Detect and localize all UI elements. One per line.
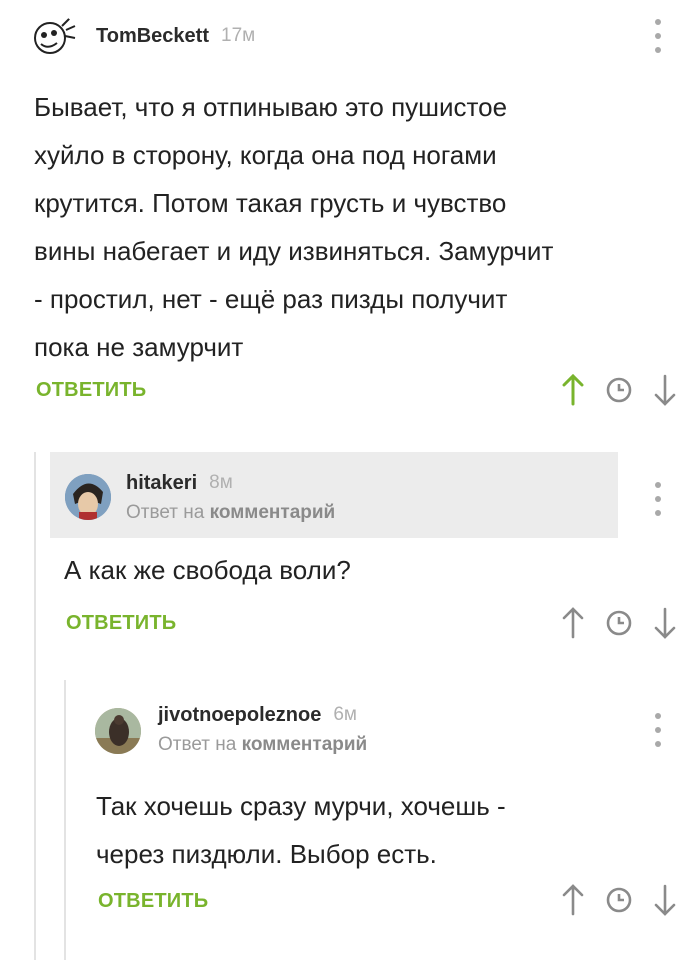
comment-jivotnoepoleznoe: jivotnoepoleznoe 6м Ответ на комментарий… xyxy=(0,680,700,960)
reply-to: Ответ на комментарий xyxy=(126,502,335,524)
comment-text-line: вины набегает и иду извиняться. Замурчит xyxy=(34,236,554,266)
comment-text-line: Бывает, что я отпинываю это пушистое xyxy=(34,92,508,122)
comment-tombeckett: TomBeckett 17м Бывает, что я отпинываю э… xyxy=(0,0,700,430)
more-vertical-icon[interactable] xyxy=(648,482,668,516)
reply-button[interactable]: ОТВЕТИТЬ xyxy=(98,890,208,913)
reply-to: Ответ на комментарий xyxy=(158,734,367,756)
comment-text-line: через пиздюли. Выбор есть. xyxy=(96,839,437,869)
comment-hitakeri: hitakeri 8м Ответ на комментарий А как ж… xyxy=(0,430,700,670)
avatar[interactable] xyxy=(32,14,78,60)
comment-text-line: пока не замурчит xyxy=(34,332,244,362)
arrow-down-icon[interactable] xyxy=(648,605,682,641)
clock-icon[interactable] xyxy=(602,882,636,918)
comment-text: Так хочешь сразу мурчи, хочешь - через п… xyxy=(96,782,676,878)
reply-button[interactable]: ОТВЕТИТЬ xyxy=(66,612,176,635)
timestamp: 8м xyxy=(209,472,233,493)
reply-button[interactable]: ОТВЕТИТЬ xyxy=(36,379,146,402)
timestamp: 17м xyxy=(221,25,256,46)
comment-text-line: Так хочешь сразу мурчи, хочешь - xyxy=(96,791,506,821)
arrow-down-icon[interactable] xyxy=(648,372,682,408)
username[interactable]: hitakeri xyxy=(126,472,197,495)
more-vertical-icon[interactable] xyxy=(648,19,668,53)
avatar[interactable] xyxy=(65,474,111,520)
comment-text: А как же свобода воли? xyxy=(64,546,664,594)
more-vertical-icon[interactable] xyxy=(648,713,668,747)
reply-to-prefix: Ответ на xyxy=(158,734,237,755)
arrow-up-icon[interactable] xyxy=(556,372,590,408)
comment-text-line: хуйло в сторону, когда она под ногами xyxy=(34,140,497,170)
clock-icon[interactable] xyxy=(602,372,636,408)
clock-icon[interactable] xyxy=(602,605,636,641)
comment-text-line: - простил, нет - ещё раз пизды получит xyxy=(34,284,508,314)
reply-to-prefix: Ответ на xyxy=(126,502,205,523)
reply-to-link[interactable]: комментарий xyxy=(210,502,336,523)
arrow-down-icon[interactable] xyxy=(648,882,682,918)
arrow-up-icon[interactable] xyxy=(556,882,590,918)
avatar[interactable] xyxy=(95,708,141,754)
comment-text: Бывает, что я отпинываю это пушистое хуй… xyxy=(34,83,674,371)
comment-text-line: крутится. Потом такая грусть и чувство xyxy=(34,188,507,218)
comment-text-line: А как же свобода воли? xyxy=(64,555,351,585)
arrow-up-icon[interactable] xyxy=(556,605,590,641)
reply-to-link[interactable]: комментарий xyxy=(242,734,368,755)
username[interactable]: TomBeckett xyxy=(96,25,209,48)
timestamp: 6м xyxy=(333,704,357,725)
username[interactable]: jivotnoepoleznoe xyxy=(158,704,321,727)
